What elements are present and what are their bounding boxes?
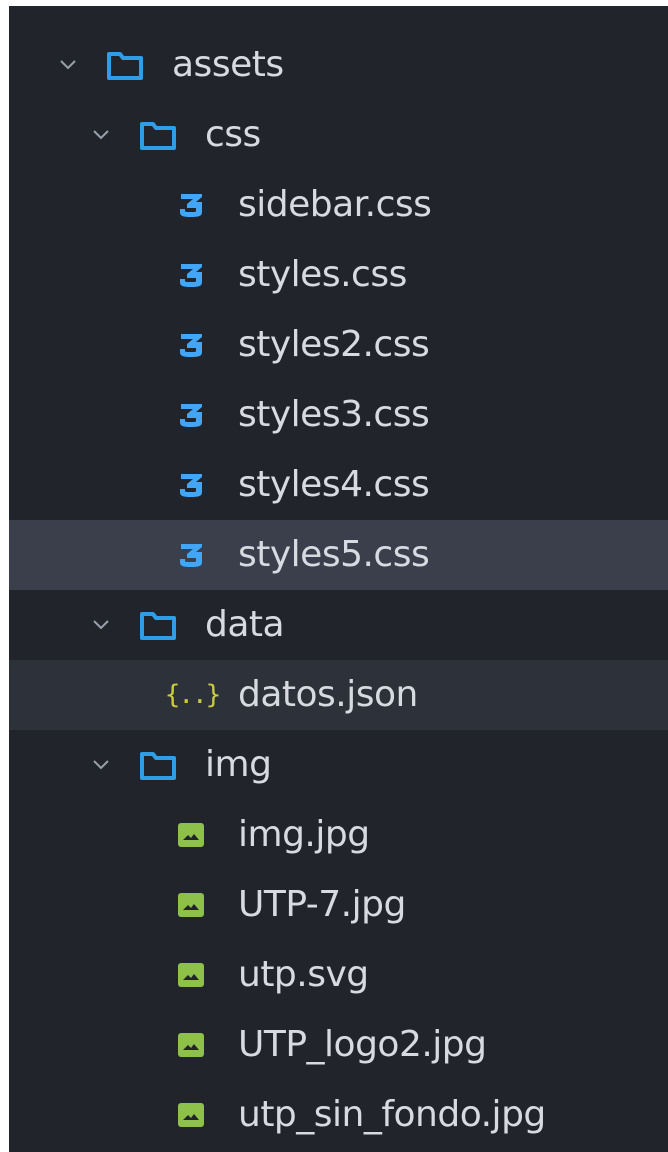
tree-item-label: img: [205, 744, 272, 785]
folder-icon: [138, 590, 178, 660]
css3-icon: [171, 380, 211, 450]
tree-file-utp-7-jpg[interactable]: UTP-7.jpg: [9, 870, 668, 940]
tree-file-styles-css[interactable]: styles.css: [9, 240, 668, 310]
tree-folder-css[interactable]: css: [9, 100, 668, 170]
tree-item-label: sidebar.css: [238, 184, 432, 225]
tree-folder-data[interactable]: data: [9, 590, 668, 660]
tree-file-utp-svg[interactable]: utp.svg: [9, 940, 668, 1010]
chevron-down-icon[interactable]: [88, 730, 114, 800]
tree-file-styles2-css[interactable]: styles2.css: [9, 310, 668, 380]
image-icon: [171, 870, 211, 940]
image-icon: [171, 1080, 211, 1150]
css3-icon: [171, 450, 211, 520]
folder-icon: [138, 100, 178, 170]
css3-icon: [171, 240, 211, 310]
tree-item-label: datos.json: [238, 674, 418, 715]
tree-item-label: utp_sin_fondo.jpg: [238, 1094, 546, 1135]
folder-icon: [105, 30, 145, 100]
css3-icon: [171, 170, 211, 240]
tree-file-img-jpg[interactable]: img.jpg: [9, 800, 668, 870]
image-icon: [171, 800, 211, 870]
file-explorer-tree: assets css sidebar.css styles.css styles…: [9, 6, 668, 1152]
tree-item-label: data: [205, 604, 285, 645]
css3-icon: [171, 310, 211, 380]
tree-item-label: styles.css: [238, 254, 407, 295]
json-icon: {..}: [164, 680, 222, 710]
tree-file-utp-sin-fondo-jpg[interactable]: utp_sin_fondo.jpg: [9, 1080, 668, 1150]
tree-file-sidebar-css[interactable]: sidebar.css: [9, 170, 668, 240]
chevron-down-icon[interactable]: [55, 30, 81, 100]
tree-file-utp-logo2-jpg[interactable]: UTP_logo2.jpg: [9, 1010, 668, 1080]
tree-item-label: assets: [172, 44, 284, 85]
tree-item-label: styles5.css: [238, 534, 430, 575]
tree-file-datos-json[interactable]: {..} datos.json: [9, 660, 668, 730]
chevron-down-icon[interactable]: [88, 100, 114, 170]
tree-item-label: UTP_logo2.jpg: [238, 1024, 487, 1065]
tree-file-styles5-css[interactable]: styles5.css: [9, 520, 668, 590]
tree-item-label: css: [205, 114, 261, 155]
tree-folder-img[interactable]: img: [9, 730, 668, 800]
tree-item-label: img.jpg: [238, 814, 370, 855]
tree-item-label: styles2.css: [238, 324, 430, 365]
image-icon: [171, 1010, 211, 1080]
tree-item-label: utp.svg: [238, 954, 369, 995]
tree-item-label: styles4.css: [238, 464, 430, 505]
tree-folder-assets[interactable]: assets: [9, 30, 668, 100]
css3-icon: [171, 520, 211, 590]
tree-item-label: UTP-7.jpg: [238, 884, 406, 925]
tree-item-label: styles3.css: [238, 394, 430, 435]
tree-file-styles3-css[interactable]: styles3.css: [9, 380, 668, 450]
folder-icon: [138, 730, 178, 800]
image-icon: [171, 940, 211, 1010]
chevron-down-icon[interactable]: [88, 590, 114, 660]
tree-file-styles4-css[interactable]: styles4.css: [9, 450, 668, 520]
